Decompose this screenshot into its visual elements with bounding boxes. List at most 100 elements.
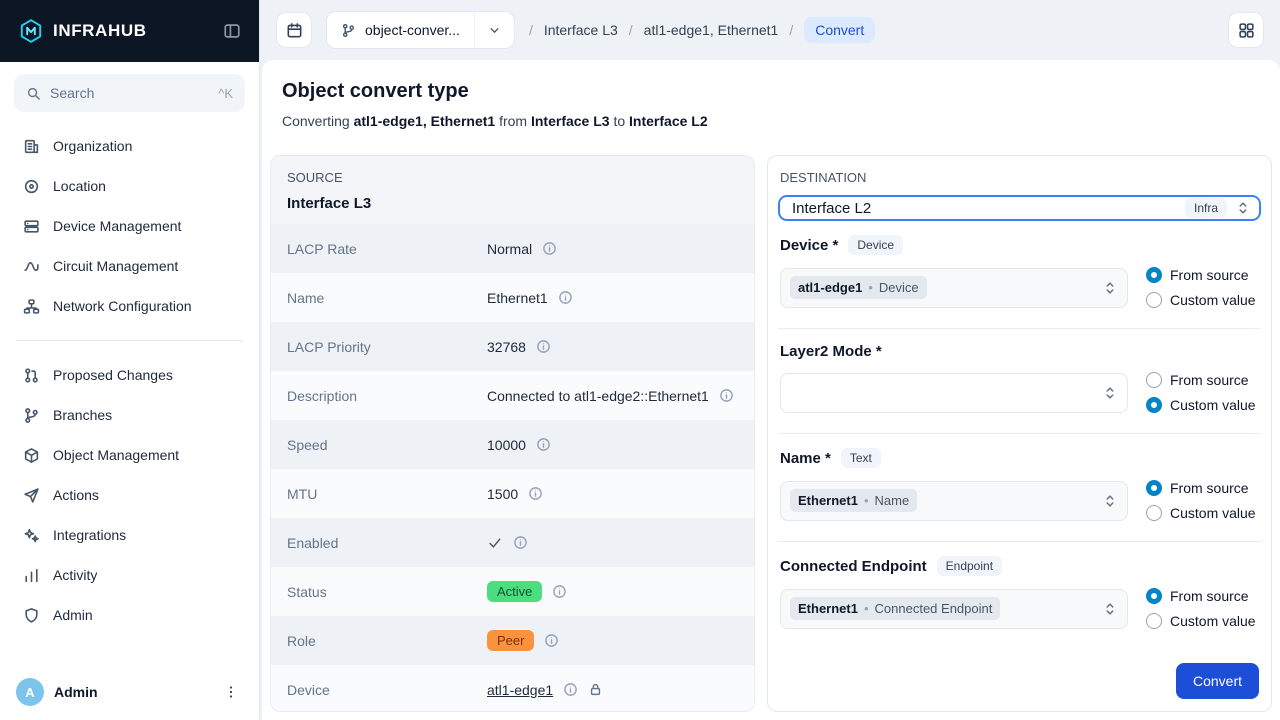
radio-option-custom-value[interactable]: Custom value [1146, 505, 1256, 521]
destination-field-device: Device *Deviceatl1-edge1•DeviceFrom sour… [778, 221, 1261, 328]
page-header: Object convert type Converting atl1-edge… [270, 78, 1272, 155]
topbar: object-conver... /Interface L3/atl1-edge… [260, 0, 1280, 60]
content-card: Object convert type Converting atl1-edge… [262, 60, 1280, 720]
role-badge: Peer [487, 630, 534, 651]
calendar-button[interactable] [276, 12, 312, 48]
info-icon [513, 535, 528, 550]
branch-selector[interactable]: object-conver... [326, 11, 515, 49]
breadcrumb: /Interface L3/atl1-edge1, Ethernet1/Conv… [529, 17, 875, 43]
field-select-connected-endpoint[interactable]: Ethernet1•Connected Endpoint [780, 589, 1128, 629]
panel-collapse-icon [223, 22, 241, 40]
info-icon [563, 682, 578, 697]
field-select-layer2-mode[interactable] [780, 373, 1128, 413]
radio-button[interactable] [1146, 372, 1162, 388]
radio-option-custom-value[interactable]: Custom value [1146, 397, 1256, 413]
sidebar-header: INFRAHUB [0, 0, 259, 62]
sidebar: INFRAHUB Search ^K Organization Location D… [0, 0, 260, 720]
source-row-label: Description [287, 388, 487, 404]
source-row-value: Ethernet1 [487, 290, 573, 306]
sidebar-item-object-management[interactable]: Object Management [14, 435, 245, 475]
sidebar-item-device-management[interactable]: Device Management [14, 206, 245, 246]
sidebar-item-branches[interactable]: Branches [14, 395, 245, 435]
device-link[interactable]: atl1-edge1 [487, 682, 553, 698]
radio-button[interactable] [1146, 613, 1162, 629]
sidebar-item-admin[interactable]: Admin [14, 595, 245, 635]
source-row-value: Normal [487, 241, 557, 257]
radio-label: From source [1170, 372, 1249, 388]
chip-separator: • [864, 601, 869, 616]
selected-value-chip: Ethernet1•Connected Endpoint [790, 597, 1000, 620]
apps-button[interactable] [1228, 12, 1264, 48]
breadcrumb-item-convert[interactable]: Convert [804, 17, 875, 43]
radio-label: Custom value [1170, 292, 1256, 308]
lock-icon [588, 682, 603, 697]
sidebar-item-label: Branches [53, 407, 112, 423]
radio-option-custom-value[interactable]: Custom value [1146, 613, 1256, 629]
source-row-mtu: MTU1500 [271, 469, 754, 518]
kebab-menu-icon [223, 684, 239, 700]
sidebar-item-activity[interactable]: Activity [14, 555, 245, 595]
value-source-radio-group: From source Custom value [1146, 372, 1256, 413]
branch-selector-value: object-conver... [327, 22, 474, 38]
radio-button[interactable] [1146, 292, 1162, 308]
field-controls: From source Custom value [780, 372, 1259, 413]
integrations-icon [23, 527, 40, 544]
radio-option-from-source[interactable]: From source [1146, 267, 1256, 283]
source-row-value: 1500 [487, 486, 543, 502]
sidebar-item-integrations[interactable]: Integrations [14, 515, 245, 555]
radio-button[interactable] [1146, 588, 1162, 604]
destination-type-select[interactable]: Interface L2 Infra [778, 195, 1261, 221]
field-label: Name * [780, 450, 831, 467]
field-select-name[interactable]: Ethernet1•Name [780, 481, 1128, 521]
source-type: Interface L3 [287, 195, 738, 212]
value-source-radio-group: From source Custom value [1146, 480, 1256, 521]
search-input[interactable]: Search ^K [14, 74, 245, 112]
breadcrumb-item-interface-l3[interactable]: Interface L3 [544, 22, 618, 38]
sidebar-item-organization[interactable]: Organization [14, 126, 245, 166]
user-options-button[interactable] [219, 680, 243, 704]
main-column: object-conver... /Interface L3/atl1-edge… [260, 0, 1280, 720]
radio-option-from-source[interactable]: From source [1146, 480, 1256, 496]
sidebar-item-network-configuration[interactable]: Network Configuration [14, 286, 245, 326]
info-icon [536, 437, 551, 452]
stepper-icon [1102, 280, 1118, 296]
radio-label: Custom value [1170, 613, 1256, 629]
convert-button[interactable]: Convert [1176, 663, 1259, 699]
source-value-text: Connected to atl1-edge2::Ethernet1 [487, 388, 709, 404]
breadcrumb-item-atl1-edge1-ethernet1[interactable]: atl1-edge1, Ethernet1 [644, 22, 779, 38]
destination-field-layer2-mode: Layer2 Mode *From sourceCustom value [778, 328, 1261, 433]
radio-option-from-source[interactable]: From source [1146, 588, 1256, 604]
subtitle-object: atl1-edge1, Ethernet1 [354, 113, 496, 129]
sidebar-item-location[interactable]: Location [14, 166, 245, 206]
object-management-icon [23, 447, 40, 464]
radio-button[interactable] [1146, 397, 1162, 413]
sidebar-collapse-button[interactable] [219, 18, 245, 44]
source-row-lacp-rate: LACP RateNormal [271, 224, 754, 273]
radio-label: Custom value [1170, 397, 1256, 413]
destination-field-connected-endpoint: Connected EndpointEndpointEthernet1•Conn… [778, 541, 1261, 649]
infrahub-logo[interactable]: INFRAHUB [18, 18, 147, 44]
subtitle-to-type: Interface L2 [629, 113, 708, 129]
chip-separator: • [864, 493, 869, 508]
location-icon [23, 178, 40, 195]
radio-button[interactable] [1146, 505, 1162, 521]
subtitle-text: to [610, 113, 629, 129]
sidebar-item-label: Location [53, 178, 106, 194]
radio-label: From source [1170, 588, 1249, 604]
info-icon [719, 388, 734, 403]
user-menu[interactable]: A Admin [0, 664, 259, 720]
radio-option-from-source[interactable]: From source [1146, 372, 1256, 388]
info-icon [536, 339, 551, 354]
source-value-text: Ethernet1 [487, 290, 548, 306]
field-select-device[interactable]: atl1-edge1•Device [780, 268, 1128, 308]
radio-button[interactable] [1146, 267, 1162, 283]
radio-option-custom-value[interactable]: Custom value [1146, 292, 1256, 308]
branch-selector-caret[interactable] [474, 12, 514, 48]
radio-button[interactable] [1146, 480, 1162, 496]
sidebar-item-circuit-management[interactable]: Circuit Management [14, 246, 245, 286]
field-kind-badge: Text [841, 448, 881, 468]
sidebar-item-actions[interactable]: Actions [14, 475, 245, 515]
apps-grid-icon [1238, 22, 1255, 39]
sidebar-item-proposed-changes[interactable]: Proposed Changes [14, 355, 245, 395]
status-badge: Active [487, 581, 542, 602]
